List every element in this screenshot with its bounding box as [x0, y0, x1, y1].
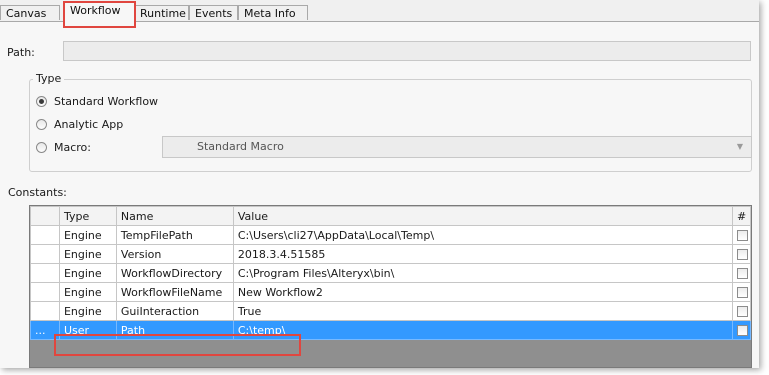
- constants-grid: Type Name Value # Engine TempFilePath C:…: [29, 205, 752, 368]
- cell-name[interactable]: TempFilePath: [115, 225, 234, 245]
- macro-label[interactable]: Macro:: [54, 141, 91, 154]
- tab-events[interactable]: Events: [189, 5, 238, 20]
- path-label: Path:: [7, 46, 35, 59]
- numeric-checkbox[interactable]: [736, 325, 748, 336]
- cell-checkbox[interactable]: [731, 301, 752, 321]
- type-group-title: Type: [33, 72, 65, 85]
- cell-type[interactable]: Engine: [58, 225, 117, 245]
- row-selector[interactable]: [30, 282, 60, 302]
- table-row[interactable]: Engine WorkflowDirectory C:\Program File…: [30, 263, 752, 283]
- radio-analytic-app[interactable]: [36, 119, 47, 130]
- table-row[interactable]: Engine TempFilePath C:\Users\cli27\AppDa…: [30, 225, 752, 245]
- row-selector[interactable]: ...: [30, 320, 60, 340]
- cell-value[interactable]: New Workflow2: [232, 282, 733, 302]
- numeric-checkbox[interactable]: [736, 287, 748, 298]
- cell-name[interactable]: WorkflowDirectory: [115, 263, 234, 283]
- type-group: [29, 79, 752, 172]
- numeric-checkbox[interactable]: [736, 230, 748, 241]
- cell-type[interactable]: User: [58, 320, 117, 340]
- table-row[interactable]: Engine Version 2018.3.4.51585: [30, 244, 752, 264]
- cell-checkbox[interactable]: [731, 320, 752, 340]
- tab-runtime[interactable]: Runtime: [134, 5, 189, 20]
- row-selector[interactable]: [30, 244, 60, 264]
- cell-name[interactable]: Path: [115, 320, 234, 340]
- radio-selected-dot: [39, 99, 44, 104]
- macro-type-select[interactable]: Standard Macro ▼: [162, 136, 752, 158]
- table-row[interactable]: Engine GuiInteraction True: [30, 301, 752, 321]
- cell-name[interactable]: Version: [115, 244, 234, 264]
- cell-type[interactable]: Engine: [58, 282, 117, 302]
- row-selector[interactable]: [30, 263, 60, 283]
- cell-value[interactable]: 2018.3.4.51585: [232, 244, 733, 264]
- cell-type[interactable]: Engine: [58, 301, 117, 321]
- column-header-name[interactable]: Name: [115, 206, 234, 226]
- table-row-selected[interactable]: ... User Path C:\temp\: [30, 320, 752, 340]
- row-selector[interactable]: [30, 301, 60, 321]
- workflow-configuration-panel: Canvas Workflow Runtime Events Meta Info…: [0, 0, 759, 368]
- cell-value[interactable]: C:\Program Files\Alteryx\bin\: [232, 263, 733, 283]
- column-header-value[interactable]: Value: [232, 206, 733, 226]
- column-header-type[interactable]: Type: [58, 206, 117, 226]
- radio-macro[interactable]: [36, 142, 47, 153]
- tab-canvas[interactable]: Canvas: [0, 5, 60, 20]
- constants-table: Type Name Value # Engine TempFilePath C:…: [30, 206, 752, 340]
- cell-value[interactable]: C:\temp\: [232, 320, 733, 340]
- cell-type[interactable]: Engine: [58, 244, 117, 264]
- numeric-checkbox[interactable]: [736, 249, 748, 260]
- tab-bar: Canvas Workflow Runtime Events Meta Info: [0, 0, 759, 22]
- table-header-row: Type Name Value #: [30, 206, 752, 226]
- analytic-app-label[interactable]: Analytic App: [54, 118, 123, 131]
- cell-type[interactable]: Engine: [58, 263, 117, 283]
- cell-name[interactable]: WorkflowFileName: [115, 282, 234, 302]
- radio-standard-workflow[interactable]: [36, 96, 47, 107]
- table-row[interactable]: Engine WorkflowFileName New Workflow2: [30, 282, 752, 302]
- chevron-down-icon[interactable]: ▼: [737, 137, 743, 157]
- path-field[interactable]: [63, 41, 751, 61]
- tab-workflow[interactable]: Workflow: [64, 1, 135, 22]
- cell-checkbox[interactable]: [731, 263, 752, 283]
- macro-type-value: Standard Macro: [197, 140, 284, 153]
- row-selector-header: [30, 206, 60, 226]
- cell-value[interactable]: C:\Users\cli27\AppData\Local\Temp\: [232, 225, 733, 245]
- tab-meta-info[interactable]: Meta Info: [238, 5, 308, 20]
- row-selector[interactable]: [30, 225, 60, 245]
- cell-value[interactable]: True: [232, 301, 733, 321]
- numeric-checkbox[interactable]: [736, 268, 748, 279]
- cell-checkbox[interactable]: [731, 282, 752, 302]
- cell-checkbox[interactable]: [731, 244, 752, 264]
- cell-checkbox[interactable]: [731, 225, 752, 245]
- cell-name[interactable]: GuiInteraction: [115, 301, 234, 321]
- constants-label: Constants:: [8, 186, 67, 199]
- numeric-checkbox[interactable]: [736, 306, 748, 317]
- column-header-hash[interactable]: #: [731, 206, 752, 226]
- standard-workflow-label[interactable]: Standard Workflow: [54, 95, 158, 108]
